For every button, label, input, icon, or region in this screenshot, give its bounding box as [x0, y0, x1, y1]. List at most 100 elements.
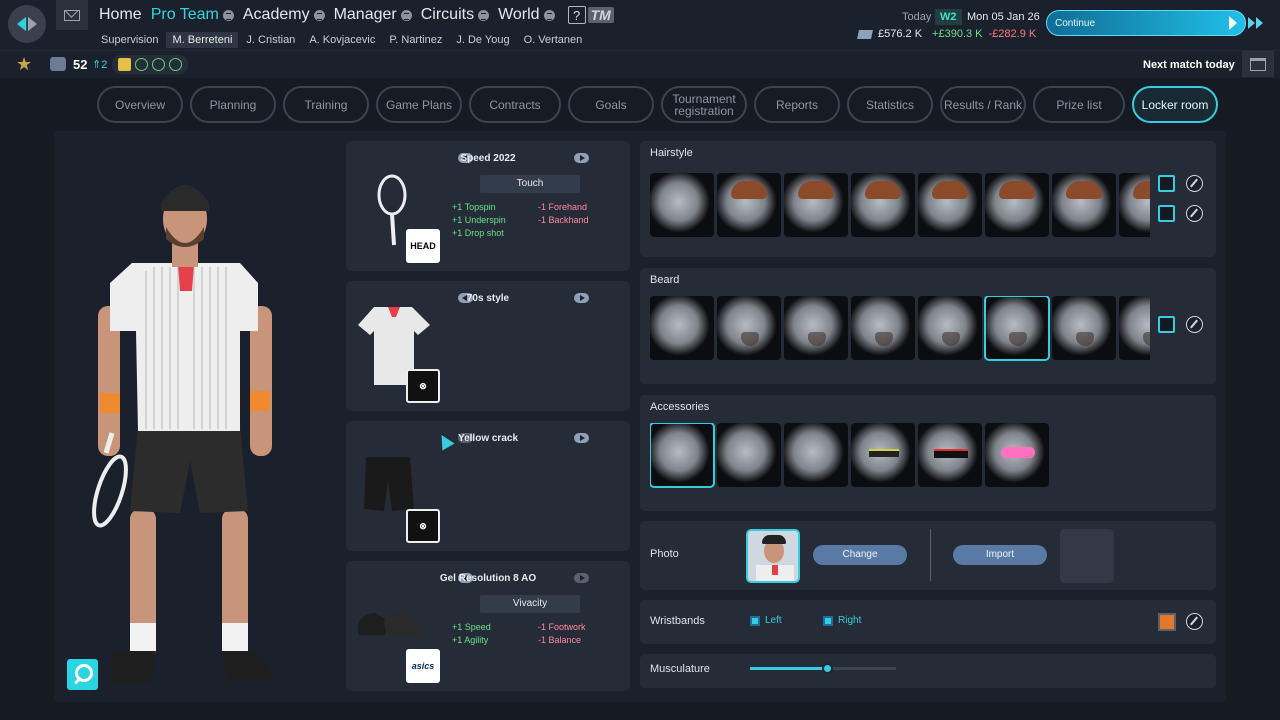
- hairstyle-option[interactable]: [717, 173, 781, 237]
- status-chips[interactable]: [112, 55, 188, 74]
- next-shorts-button[interactable]: [574, 433, 589, 443]
- hairstyle-option[interactable]: [650, 173, 714, 237]
- beard-option[interactable]: [784, 296, 848, 360]
- hair-color-swatch-secondary[interactable]: [1158, 205, 1175, 222]
- nav-pro-team-label: Pro Team: [150, 6, 219, 23]
- penalty-item: -1 Footwork: [538, 622, 586, 632]
- musculature-slider[interactable]: [750, 663, 896, 674]
- edit-pencil-icon[interactable]: [1186, 316, 1203, 333]
- tm-button[interactable]: TM: [587, 7, 614, 23]
- accessory-option-selected[interactable]: [650, 423, 715, 488]
- fast-forward-button[interactable]: [1248, 12, 1272, 34]
- bonus-item: +1 Underspin: [452, 215, 506, 225]
- accessory-option[interactable]: [784, 423, 848, 487]
- imported-photo-placeholder: [1060, 529, 1114, 583]
- edit-pencil-icon[interactable]: [1186, 613, 1203, 630]
- subnav-player-nartinez[interactable]: P. Nartinez: [389, 34, 442, 46]
- subnav-player-kovjacevic[interactable]: A. Kovjacevic: [309, 34, 375, 46]
- tab-locker-room[interactable]: Locker room: [1132, 86, 1218, 123]
- tab-contracts[interactable]: Contracts: [469, 86, 561, 123]
- subnav-supervision[interactable]: Supervision: [101, 34, 158, 46]
- tab-planning[interactable]: Planning: [190, 86, 276, 123]
- edit-pencil-icon[interactable]: [1186, 175, 1203, 192]
- player-model: [92, 185, 278, 683]
- accessory-option[interactable]: [918, 423, 982, 487]
- zoom-button[interactable]: [67, 659, 98, 690]
- next-shoes-button[interactable]: [574, 573, 589, 583]
- beard-option[interactable]: [1052, 296, 1116, 360]
- hairstyle-option[interactable]: [851, 173, 915, 237]
- player-level: 52: [73, 57, 88, 72]
- mail-button[interactable]: [56, 0, 88, 30]
- beard-option[interactable]: [1119, 296, 1150, 360]
- nav-world[interactable]: World: [498, 6, 555, 24]
- calendar-button[interactable]: [1242, 51, 1274, 77]
- edit-pencil-icon[interactable]: [1186, 205, 1203, 222]
- favorite-star-icon[interactable]: ★: [16, 55, 32, 73]
- wristband-color-swatch[interactable]: [1158, 613, 1176, 631]
- wristband-left-checkbox[interactable]: Left: [750, 615, 782, 626]
- racket-style: Touch: [480, 175, 580, 193]
- checkbox-checked-icon: [823, 615, 833, 626]
- beard-option[interactable]: [851, 296, 915, 360]
- tab-training[interactable]: Training: [283, 86, 369, 123]
- subnav-player-vertanen[interactable]: O. Vertanen: [524, 34, 583, 46]
- help-button[interactable]: ?: [567, 6, 586, 24]
- tab-prize-list[interactable]: Prize list: [1033, 86, 1125, 123]
- subnav-player-de-youg[interactable]: J. De Youg: [456, 34, 509, 46]
- next-racket-button[interactable]: [574, 153, 589, 163]
- beard-option[interactable]: [650, 296, 714, 360]
- subnav-player-berreteni[interactable]: M. Berreteni: [166, 32, 239, 48]
- nav-pro-team[interactable]: Pro Team: [151, 6, 234, 24]
- accessory-option[interactable]: [717, 423, 781, 487]
- tab-goals[interactable]: Goals: [568, 86, 654, 123]
- top-bar: Home Pro Team Academy Manager Circuits W…: [0, 0, 1280, 50]
- bonus-item: +1 Speed: [452, 622, 491, 632]
- racket-card[interactable]: Speed 2022 Touch +1 Topspin +1 Underspin…: [346, 141, 630, 271]
- accessory-option[interactable]: [851, 423, 915, 487]
- nav-manager[interactable]: Manager: [334, 6, 412, 24]
- shoes-image: [358, 612, 424, 637]
- beard-color-swatch[interactable]: [1158, 316, 1175, 333]
- tab-game-plans[interactable]: Game Plans: [376, 86, 462, 123]
- continue-button[interactable]: Continue: [1046, 10, 1246, 36]
- hairstyle-option[interactable]: [784, 173, 848, 237]
- tab-results-rank[interactable]: Results / Rank: [940, 86, 1026, 123]
- change-photo-button[interactable]: Change: [813, 545, 907, 565]
- brand-logo: ⊗: [406, 369, 440, 403]
- play-icon: [1229, 16, 1237, 30]
- beard-option[interactable]: [717, 296, 781, 360]
- next-shirt-button[interactable]: [574, 293, 589, 303]
- hairstyle-option[interactable]: [1119, 173, 1150, 237]
- wristband-right-checkbox[interactable]: Right: [823, 615, 861, 626]
- cash-balance: £576.2 K: [878, 28, 923, 40]
- finance-summary[interactable]: £576.2 K +£390.3 K -£282.9 K: [857, 28, 1036, 40]
- import-photo-button[interactable]: Import: [953, 545, 1047, 565]
- nav-academy-label: Academy: [242, 6, 310, 23]
- racket-penalties: -1 Forehand -1 Backhand: [538, 201, 589, 227]
- player-3d-viewer[interactable]: [54, 131, 339, 702]
- shirt-card[interactable]: 70s style ⊗: [346, 281, 630, 411]
- tab-tournament-registration[interactable]: Tournament registration: [661, 86, 747, 123]
- beard-option[interactable]: [918, 296, 982, 360]
- nav-home[interactable]: Home: [99, 6, 142, 24]
- penalty-item: -1 Balance: [538, 635, 582, 645]
- shorts-card[interactable]: Yellow crack ⊗: [346, 421, 630, 551]
- shoes-style: Vivacity: [480, 595, 580, 613]
- hair-color-swatch[interactable]: [1158, 175, 1175, 192]
- tab-reports[interactable]: Reports: [754, 86, 840, 123]
- beard-option-selected[interactable]: [984, 296, 1050, 361]
- accessory-option[interactable]: [985, 423, 1049, 487]
- nav-academy[interactable]: Academy: [243, 6, 325, 24]
- shoes-card[interactable]: Gel Resolution 8 AO Vivacity +1 Speed +1…: [346, 561, 630, 691]
- photo-section: Photo Change Import: [640, 521, 1216, 590]
- hairstyle-option[interactable]: [1052, 173, 1116, 237]
- nav-world-label: World: [498, 6, 540, 23]
- nav-circuits[interactable]: Circuits: [421, 6, 490, 24]
- tab-statistics[interactable]: Statistics: [847, 86, 933, 123]
- hairstyle-option[interactable]: [985, 173, 1049, 237]
- subnav-player-cristian[interactable]: J. Cristian: [246, 34, 295, 46]
- tab-overview[interactable]: Overview: [97, 86, 183, 123]
- hairstyle-option[interactable]: [918, 173, 982, 237]
- back-forward-logo[interactable]: [8, 5, 46, 43]
